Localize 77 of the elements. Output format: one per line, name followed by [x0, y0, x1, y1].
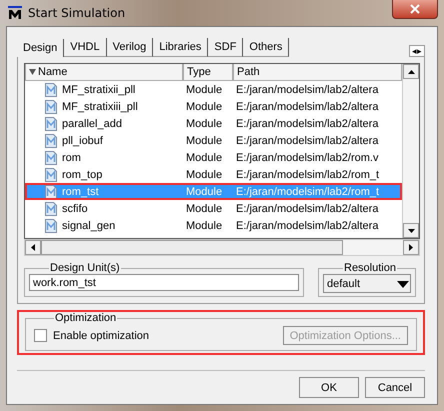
design-unit-field[interactable]: work.rom_tst [29, 274, 299, 291]
module-icon [45, 202, 57, 216]
scroll-down-button[interactable] [403, 223, 419, 238]
table-row[interactable]: MF_stratixii_pll Module E:/jaran/modelsim/lab2/altera [25, 81, 402, 98]
right-arrow-icon [409, 244, 413, 251]
close-icon [410, 4, 420, 14]
module-path: E:/jaran/modelsim/lab2/rom_t [235, 186, 380, 198]
module-path: E:/jaran/modelsim/lab2/altera [235, 118, 380, 130]
module-icon [45, 150, 57, 164]
module-path: E:/jaran/modelsim/lab2/rom_t [235, 168, 380, 180]
tab[interactable]: Others [243, 38, 290, 57]
module-icon [45, 184, 57, 198]
module-path: E:/jaran/modelsim/lab2/altera [235, 220, 380, 232]
tab[interactable]: VHDL [64, 38, 107, 57]
module-icon [45, 116, 57, 130]
checkbox-label: Enable optimization [53, 330, 150, 342]
module-type: Module [185, 168, 224, 180]
module-icon [45, 168, 57, 182]
scroll-left-button[interactable] [25, 240, 41, 255]
group-label: Optimization [54, 312, 118, 324]
module-name: MF_stratixiii_pll [62, 100, 138, 112]
app-logo-icon [8, 6, 22, 20]
table-row[interactable]: pll_iobuf Module E:/jaran/modelsim/lab2/altera [25, 132, 402, 149]
table-row[interactable]: signal_gen Module E:/jaran/modelsim/lab2/altera [25, 217, 402, 234]
window-title: Start Simulation [28, 6, 126, 20]
module-type: Module [185, 100, 224, 112]
module-name: signal_gen [62, 220, 116, 232]
left-arrow-icon [31, 244, 35, 251]
scrollbar-thumb[interactable] [41, 240, 343, 255]
module-name: rom_top [62, 168, 102, 180]
table-row[interactable]: scfifo Module E:/jaran/modelsim/lab2/altera [25, 200, 402, 217]
module-type: Module [185, 186, 224, 198]
module-icon [45, 218, 57, 232]
scroll-up-button[interactable] [403, 64, 419, 79]
module-type: Module [185, 152, 224, 164]
module-icon [45, 82, 57, 96]
tab-scroll-button[interactable]: ◂▸ [409, 45, 425, 57]
table-row[interactable]: MF_stratixiii_pll Module E:/jaran/modelsim/lab2/altera [25, 98, 402, 115]
resolution-dropdown[interactable]: default [323, 274, 411, 293]
module-path: E:/jaran/modelsim/lab2/rom.v [235, 152, 380, 164]
module-name: MF_stratixii_pll [62, 84, 136, 96]
column-header[interactable]: Name [25, 64, 183, 81]
checkbox[interactable] [34, 329, 47, 342]
module-name: parallel_add [62, 118, 122, 130]
module-name: rom_tst [62, 186, 99, 198]
close-button[interactable] [392, 0, 438, 19]
tab[interactable]: Verilog [106, 38, 154, 57]
column-header[interactable]: Type [183, 64, 233, 81]
module-icon [45, 100, 57, 114]
tab[interactable]: Libraries [153, 38, 208, 57]
group-label: Resolution [343, 262, 397, 274]
table-row[interactable]: rom_top Module E:/jaran/modelsim/lab2/rom_t [25, 166, 402, 183]
module-path: E:/jaran/modelsim/lab2/altera [235, 84, 380, 96]
module-path: E:/jaran/modelsim/lab2/altera [235, 202, 380, 214]
module-path: E:/jaran/modelsim/lab2/altera [235, 134, 380, 146]
module-icon [45, 134, 57, 148]
up-arrow-icon [408, 70, 414, 74]
down-arrow-icon [408, 228, 414, 232]
module-name: pll_iobuf [62, 134, 103, 146]
module-name: scfifo [62, 202, 88, 214]
group-label: Design Unit(s) [49, 262, 121, 274]
horizontal-scrollbar[interactable] [24, 239, 420, 256]
module-path: E:/jaran/modelsim/lab2/altera [235, 100, 380, 112]
column-header[interactable]: Path [233, 64, 402, 81]
module-type: Module [185, 118, 224, 130]
scroll-right-button[interactable] [403, 240, 419, 255]
module-type: Module [185, 202, 224, 214]
sort-icon [29, 69, 36, 75]
dialog-button[interactable]: OK [299, 377, 359, 398]
table-row[interactable]: rom Module E:/jaran/modelsim/lab2/rom.v [25, 149, 402, 166]
module-type: Module [185, 84, 224, 96]
module-type: Module [185, 220, 224, 232]
module-type: Module [185, 134, 224, 146]
table-row[interactable]: parallel_add Module E:/jaran/modelsim/lab2/altera [25, 115, 402, 132]
module-name: rom [62, 152, 81, 164]
tab[interactable]: SDF [208, 38, 244, 57]
dialog-button[interactable]: Cancel [365, 377, 425, 398]
